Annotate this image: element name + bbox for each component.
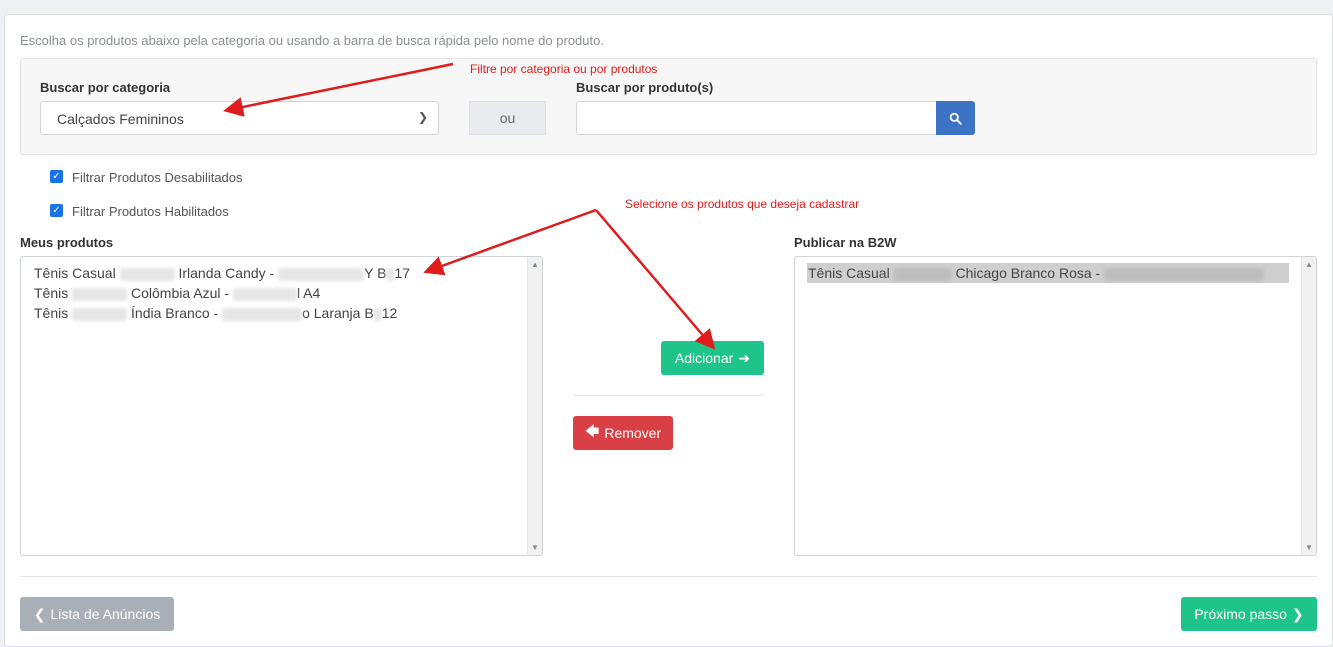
arrow-to-add (595, 209, 716, 350)
annotation-arrows (223, 62, 716, 350)
arrow-to-my-products (423, 208, 597, 276)
arrow-to-category (223, 62, 454, 117)
